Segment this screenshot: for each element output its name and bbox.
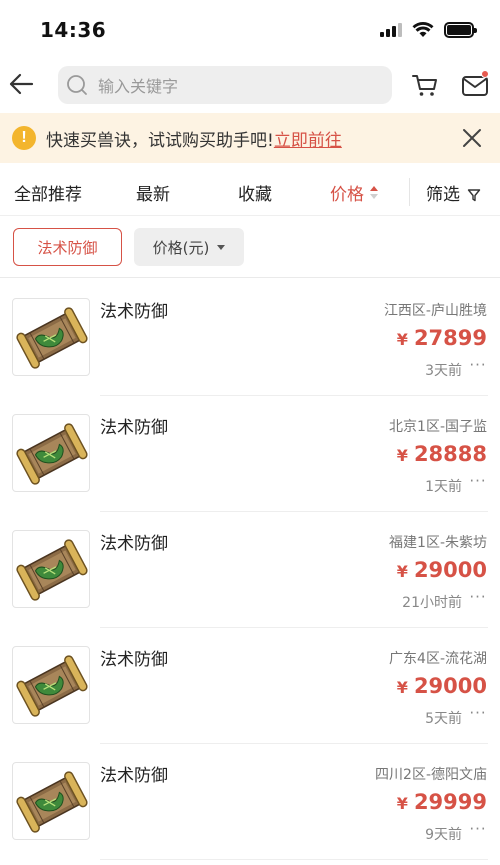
sort-arrows-icon [370, 186, 378, 200]
item-price-value: 29000 [413, 558, 487, 582]
item-server: 北京1区-国子监 [389, 419, 487, 435]
item-time: 1天前 [425, 479, 462, 495]
tab-price[interactable]: 价格 [330, 180, 378, 205]
item-title: 法术防御 [100, 418, 168, 438]
scroll-book-icon [16, 655, 88, 717]
item-time: 3天前 [425, 363, 462, 379]
cart-icon [412, 75, 437, 96]
tab-divider [409, 178, 410, 206]
tab-filter-label: 筛选 [426, 185, 460, 205]
item-time: 21小时前 [402, 595, 462, 611]
item-price: ¥27899 [397, 326, 487, 350]
item-price: ¥29000 [397, 558, 487, 582]
wifi-icon [412, 22, 434, 37]
item-price-value: 29000 [413, 674, 487, 698]
currency-symbol: ¥ [396, 562, 408, 581]
listing-item[interactable]: 法术防御 四川2区-德阳文庙 ¥29999 9天前 ··· [0, 744, 500, 860]
currency-symbol: ¥ [396, 794, 408, 813]
caret-down-icon [217, 244, 226, 250]
item-price-value: 28888 [413, 442, 487, 466]
item-server: 广东4区-流花湖 [389, 651, 487, 667]
unread-badge [481, 70, 489, 78]
listing-item[interactable]: 法术防御 福建1区-朱紫坊 ¥29000 21小时前 ··· [0, 512, 500, 628]
status-bar: 14:36 [0, 0, 500, 62]
filter-chip-row: 法术防御 价格(元) [0, 218, 500, 278]
tab-newest[interactable]: 最新 [136, 180, 170, 205]
scroll-book-icon [16, 307, 88, 369]
scroll-book-icon [16, 423, 88, 485]
item-time: 5天前 [425, 711, 462, 727]
price-range-label: 价格(元) [152, 238, 210, 257]
exclamation-icon: ! [12, 126, 36, 150]
more-dots-icon[interactable]: ··· [468, 472, 488, 492]
close-icon [463, 129, 481, 147]
item-title: 法术防御 [100, 302, 168, 322]
cellular-signal-icon [380, 23, 402, 37]
more-dots-icon[interactable]: ··· [468, 820, 488, 840]
item-server: 福建1区-朱紫坊 [389, 535, 487, 551]
status-icons [380, 22, 477, 38]
item-title: 法术防御 [100, 534, 168, 554]
back-button[interactable] [6, 68, 36, 100]
item-time: 9天前 [425, 827, 462, 843]
message-button[interactable] [460, 70, 490, 100]
search-icon [67, 75, 87, 95]
price-range-dropdown[interactable]: 价格(元) [134, 228, 244, 266]
item-price: ¥29000 [397, 674, 487, 698]
listing-item[interactable]: 法术防御 广东4区-流花湖 ¥29000 5天前 ··· [0, 628, 500, 744]
notice-link[interactable]: 立即前往 [274, 126, 342, 151]
currency-symbol: ¥ [396, 678, 408, 697]
scroll-book-icon [16, 539, 88, 601]
item-price: ¥28888 [397, 442, 487, 466]
item-price: ¥29999 [397, 790, 487, 814]
more-dots-icon[interactable]: ··· [468, 588, 488, 608]
more-dots-icon[interactable]: ··· [468, 704, 488, 724]
search-placeholder: 输入关键字 [98, 77, 179, 96]
listing-item[interactable]: 法术防御 北京1区-国子监 ¥28888 1天前 ··· [0, 396, 500, 512]
listing: 法术防御 江西区-庐山胜境 ¥27899 3天前 ··· 法术防御 北京1区-国… [0, 280, 500, 860]
item-title: 法术防御 [100, 766, 168, 786]
listing-item[interactable]: 法术防御 江西区-庐山胜境 ¥27899 3天前 ··· [0, 280, 500, 396]
item-server: 江西区-庐山胜境 [383, 303, 487, 319]
item-thumbnail [12, 646, 90, 724]
tab-all-recommended[interactable]: 全部推荐 [14, 180, 82, 205]
item-title: 法术防御 [100, 650, 168, 670]
search-header: 输入关键字 [0, 62, 500, 110]
more-dots-icon[interactable]: ··· [468, 356, 488, 376]
status-time: 14:36 [40, 18, 107, 42]
cart-button[interactable] [410, 70, 440, 100]
item-server: 四川2区-德阳文庙 [375, 767, 487, 783]
tab-filter[interactable]: 筛选 [426, 180, 481, 205]
scroll-book-icon [16, 771, 88, 833]
notice-text: 快速买兽诀，试试购买助手吧! [46, 130, 274, 151]
tab-favorites[interactable]: 收藏 [238, 180, 272, 205]
currency-symbol: ¥ [396, 330, 408, 349]
item-price-value: 27899 [413, 326, 487, 350]
item-thumbnail [12, 298, 90, 376]
sort-tab-bar: 全部推荐 最新 收藏 价格 筛选 [0, 166, 500, 216]
filter-chip-selected[interactable]: 法术防御 [13, 228, 122, 266]
battery-icon [444, 22, 477, 38]
arrow-left-icon [9, 73, 34, 95]
item-thumbnail [12, 762, 90, 840]
tab-price-label: 价格 [330, 185, 364, 205]
item-thumbnail [12, 414, 90, 492]
currency-symbol: ¥ [396, 446, 408, 465]
item-thumbnail [12, 530, 90, 608]
item-price-value: 29999 [413, 790, 487, 814]
notice-close-button[interactable] [460, 126, 484, 150]
funnel-icon [468, 189, 481, 202]
notice-bar: ! 快速买兽诀，试试购买助手吧! 立即前往 [0, 113, 500, 163]
search-input[interactable]: 输入关键字 [58, 66, 392, 104]
